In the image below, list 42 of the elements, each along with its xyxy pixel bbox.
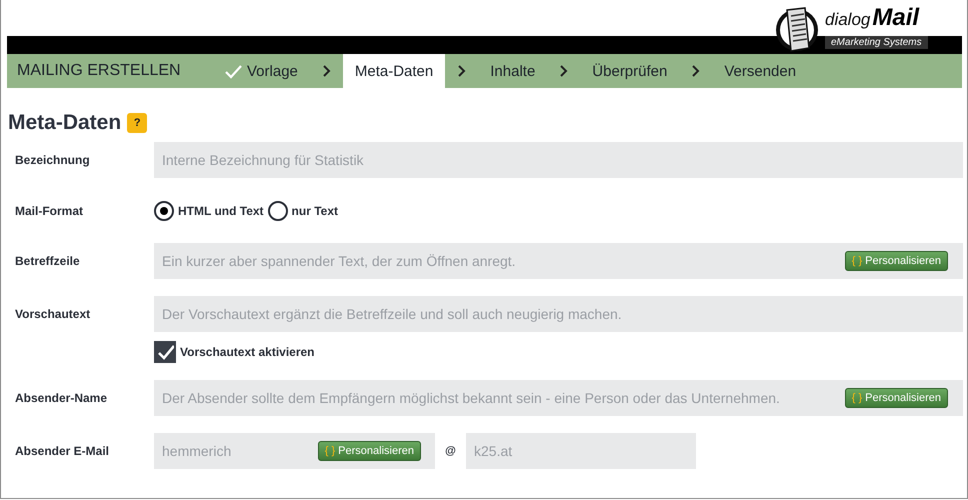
- field-label: Bezeichnung: [14, 152, 91, 169]
- step-tab[interactable]: Überprüfen: [580, 54, 680, 88]
- personalize-button[interactable]: { } Personalisieren: [318, 441, 421, 461]
- check-icon: [225, 64, 243, 78]
- newspaper-logo-icon: [773, 4, 821, 54]
- chevron-icon: [559, 65, 568, 77]
- step-tab[interactable]: Inhalte: [478, 54, 548, 88]
- text-field[interactable]: Interne Bezeichnung für Statistik: [154, 142, 963, 178]
- help-button[interactable]: ?: [127, 113, 148, 133]
- braces-icon: { }: [852, 255, 862, 267]
- checkbox[interactable]: [154, 341, 176, 363]
- text-field[interactable]: hemmerich { } Personalisieren: [154, 433, 435, 469]
- field-label: Mail-Format: [14, 203, 84, 220]
- section-title: Meta-Daten: [8, 111, 122, 135]
- text-field[interactable]: k25.at: [466, 433, 696, 469]
- braces-icon: { }: [324, 445, 336, 457]
- personalize-button[interactable]: { } Personalisieren: [844, 251, 948, 271]
- radio-button[interactable]: [268, 201, 288, 221]
- logo-word: Mail: [872, 4, 920, 32]
- text-field[interactable]: Ein kurzer aber spannender Text, der zum Öffnen anregt. { } Personalisieren: [154, 243, 963, 279]
- logo-tagline: eMarketing Systems: [825, 36, 928, 49]
- radio-label: nur Text: [292, 204, 338, 218]
- field-label: Vorschautext: [14, 306, 92, 323]
- field-label: Absender E-Mail: [14, 443, 110, 460]
- field-label: Absender-Name: [14, 390, 108, 407]
- logo-word: dialog: [825, 10, 870, 30]
- field-label: Betreffzeile: [14, 253, 81, 270]
- chevron-icon: [691, 65, 700, 77]
- chevron-icon: [457, 65, 466, 77]
- step-tab[interactable]: Meta-Daten: [342, 54, 446, 88]
- chevron-icon: [322, 65, 331, 77]
- radio-button[interactable]: [154, 201, 174, 221]
- text-field[interactable]: Der Absender sollte dem Empfängern möglichst bekannt sein - eine Person oder das Unternehmen. { } Personalisieren: [154, 380, 963, 416]
- at-sign: @: [444, 445, 457, 457]
- braces-icon: { }: [852, 392, 862, 404]
- radio-label: HTML und Text: [178, 204, 264, 218]
- text-field[interactable]: Der Vorschautext ergänzt die Betreffzeile und soll auch neugierig machen.: [154, 296, 963, 332]
- checkbox-label: Vorschautext aktivieren: [180, 345, 315, 359]
- step-tab[interactable]: Versenden: [712, 54, 808, 88]
- step-tab[interactable]: Vorlage: [213, 54, 310, 88]
- nav-title: MAILING ERSTELLEN: [16, 62, 182, 80]
- personalize-button[interactable]: { } Personalisieren: [844, 388, 948, 408]
